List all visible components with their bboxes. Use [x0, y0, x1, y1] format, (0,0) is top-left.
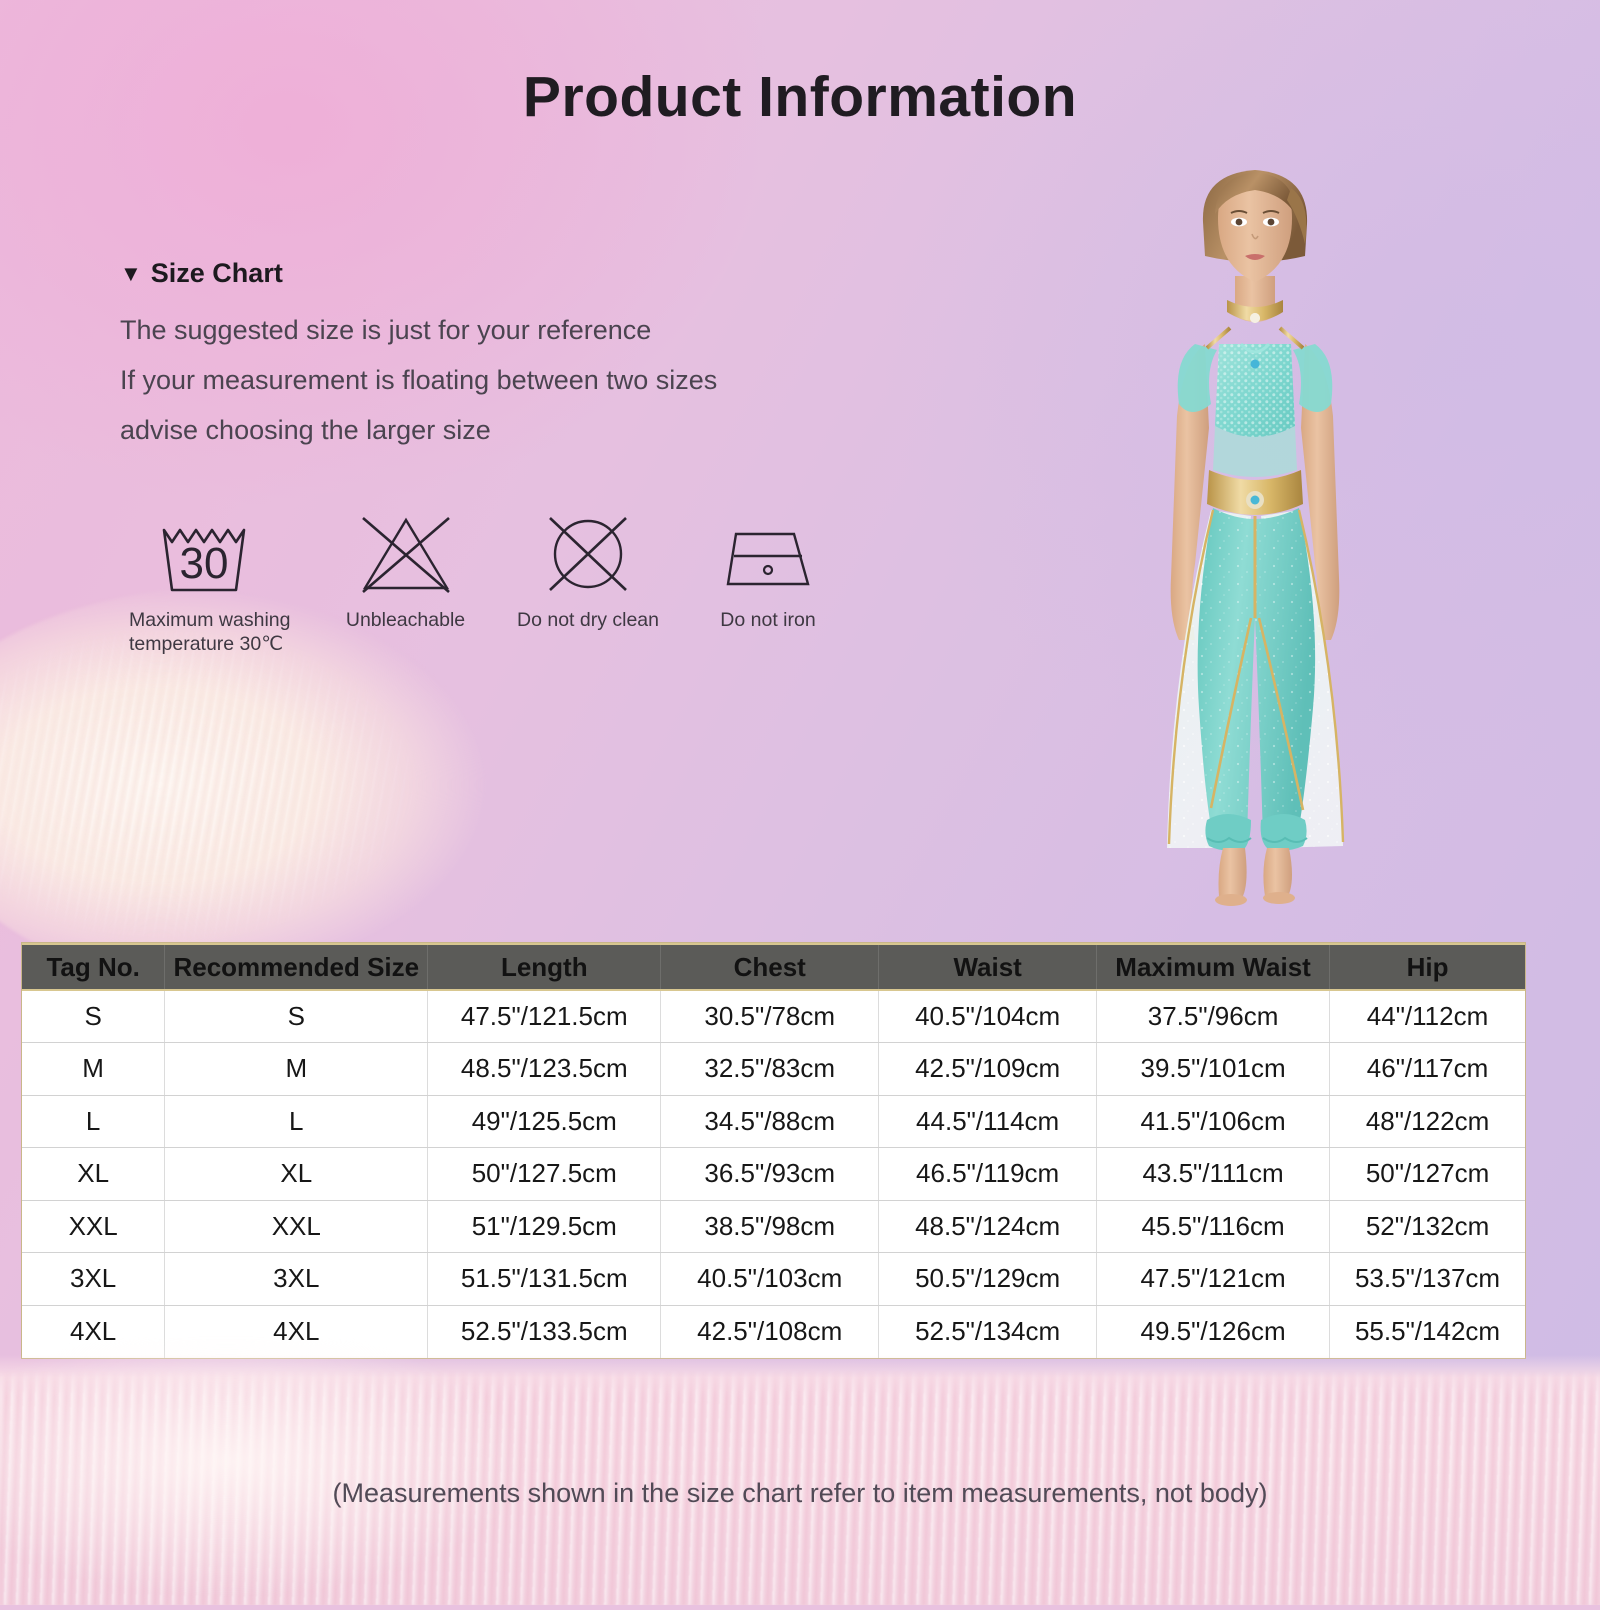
cell-waist: 46.5"/119cm	[878, 1147, 1098, 1201]
cell-maximum-waist: 37.5"/96cm	[1096, 990, 1331, 1043]
cell-tag-no: XXL	[22, 1200, 166, 1253]
care-symbol-wash: 30 Maximum washing temperature 30℃	[128, 512, 298, 657]
cell-chest: 32.5"/83cm	[660, 1042, 880, 1096]
column-header-length: Length	[427, 943, 662, 991]
column-header-hip: Hip	[1329, 943, 1525, 991]
cell-tag-no: 3XL	[22, 1252, 166, 1306]
care-symbol-dryclean: Do not dry clean	[498, 512, 678, 632]
cell-maximum-waist: 43.5"/111cm	[1096, 1147, 1331, 1201]
triangle-down-icon: ▼	[120, 260, 142, 286]
size-chart-heading: ▼ Size Chart	[120, 258, 717, 289]
cell-waist: 50.5"/129cm	[878, 1252, 1098, 1306]
cell-chest: 30.5"/78cm	[660, 990, 880, 1043]
cell-recommended: M	[164, 1042, 429, 1096]
cell-tag-no: S	[22, 990, 166, 1043]
cell-recommended: XXL	[164, 1200, 429, 1253]
cell-length: 47.5"/121.5cm	[427, 990, 662, 1043]
cell-length: 51"/129.5cm	[427, 1200, 662, 1253]
size-chart-table: Tag No. Recommended Size Length Chest Wa…	[22, 943, 1525, 1358]
table-row: XL XL 50"/127.5cm 36.5"/93cm 46.5"/119cm…	[22, 1147, 1525, 1201]
no-bleach-icon	[355, 512, 457, 596]
cell-hip: 50"/127cm	[1329, 1147, 1525, 1201]
care-symbol-label: Unbleachable	[345, 609, 466, 631]
cell-recommended: 3XL	[164, 1252, 429, 1306]
size-chart-heading-label: Size Chart	[150, 258, 283, 288]
cell-maximum-waist: 49.5"/126cm	[1096, 1305, 1331, 1358]
size-note-line: advise choosing the larger size	[120, 415, 491, 446]
care-symbol-label: Do not dry clean	[517, 609, 659, 631]
cell-tag-no: L	[22, 1095, 166, 1148]
cell-waist: 44.5"/114cm	[878, 1095, 1098, 1148]
care-symbol-label: Do not iron	[720, 609, 816, 631]
cell-chest: 38.5"/98cm	[660, 1200, 880, 1253]
cell-waist: 40.5"/104cm	[878, 990, 1098, 1043]
care-symbol-bleach: Unbleachable	[323, 512, 488, 632]
table-row: S S 47.5"/121.5cm 30.5"/78cm 40.5"/104cm…	[22, 990, 1525, 1043]
cell-length: 49"/125.5cm	[427, 1095, 662, 1148]
measurements-footnote: (Measurements shown in the size chart re…	[332, 1478, 1268, 1508]
cell-hip: 48"/122cm	[1329, 1095, 1525, 1148]
size-chart-info: ▼ Size Chart The suggested size is just …	[120, 258, 717, 456]
size-note-line: If your measurement is floating between …	[120, 365, 718, 396]
column-header-chest: Chest	[660, 943, 880, 991]
care-symbols-row: 30 Maximum washing temperature 30℃ Unble…	[118, 512, 848, 657]
cell-length: 48.5"/123.5cm	[427, 1042, 662, 1096]
column-header-waist: Waist	[878, 943, 1098, 991]
cell-hip: 52"/132cm	[1329, 1200, 1525, 1253]
cell-hip: 55.5"/142cm	[1329, 1305, 1525, 1358]
cell-maximum-waist: 39.5"/101cm	[1096, 1042, 1331, 1096]
cell-maximum-waist: 47.5"/121cm	[1096, 1252, 1331, 1306]
table-row: 3XL 3XL 51.5"/131.5cm 40.5"/103cm 50.5"/…	[22, 1252, 1525, 1306]
wash-temperature-value: 30	[180, 539, 229, 588]
table-row: M M 48.5"/123.5cm 32.5"/83cm 42.5"/109cm…	[22, 1042, 1525, 1096]
cell-chest: 34.5"/88cm	[660, 1095, 880, 1148]
no-iron-icon	[716, 512, 820, 596]
size-chart-table-container: Tag No. Recommended Size Length Chest Wa…	[22, 943, 1525, 1358]
no-dry-clean-icon	[540, 512, 636, 596]
column-header-maximum-waist: Maximum Waist	[1096, 943, 1331, 991]
cell-maximum-waist: 41.5"/106cm	[1096, 1095, 1331, 1148]
cell-waist: 42.5"/109cm	[878, 1042, 1098, 1096]
cell-chest: 40.5"/103cm	[660, 1252, 880, 1306]
cell-hip: 46"/117cm	[1329, 1042, 1525, 1096]
care-symbol-iron: Do not iron	[688, 512, 848, 632]
cell-hip: 53.5"/137cm	[1329, 1252, 1525, 1306]
cell-chest: 36.5"/93cm	[660, 1147, 880, 1201]
wash-tub-30-icon: 30	[152, 512, 274, 596]
fur-texture-bottom-highlight	[0, 1340, 720, 1610]
table-row: L L 49"/125.5cm 34.5"/88cm 44.5"/114cm 4…	[22, 1095, 1525, 1148]
column-header-tag-no: Tag No.	[22, 943, 166, 991]
size-note-line: The suggested size is just for your refe…	[120, 315, 652, 345]
care-symbol-label: Maximum washing temperature 30℃	[129, 609, 291, 656]
page-title: Product Information	[522, 65, 1078, 129]
table-header-row: Tag No. Recommended Size Length Chest Wa…	[22, 943, 1525, 991]
cell-tag-no: XL	[22, 1147, 166, 1201]
cell-recommended: L	[164, 1095, 429, 1148]
cell-tag-no: M	[22, 1042, 166, 1096]
model-photo	[1055, 148, 1455, 938]
column-header-recommended-size: Recommended Size	[164, 943, 429, 991]
cell-length: 51.5"/131.5cm	[427, 1252, 662, 1306]
cell-hip: 44"/112cm	[1329, 990, 1525, 1043]
cell-recommended: S	[164, 990, 429, 1043]
cell-recommended: XL	[164, 1147, 429, 1201]
cell-waist: 48.5"/124cm	[878, 1200, 1098, 1253]
cell-waist: 52.5"/134cm	[878, 1305, 1098, 1358]
table-row: XXL XXL 51"/129.5cm 38.5"/98cm 48.5"/124…	[22, 1200, 1525, 1253]
cell-maximum-waist: 45.5"/116cm	[1096, 1200, 1331, 1253]
cell-length: 50"/127.5cm	[427, 1147, 662, 1201]
